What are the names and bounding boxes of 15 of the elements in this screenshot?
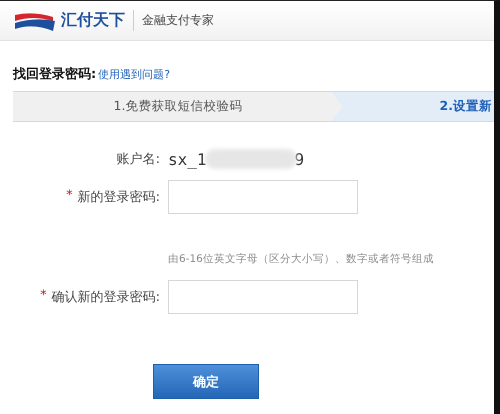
password-field[interactable] <box>168 180 358 214</box>
slogan: 金融支付专家 <box>142 12 214 29</box>
required-mark: * <box>66 188 73 205</box>
account-name: 9 <box>294 150 304 168</box>
field-label: 账户名: <box>116 151 160 168</box>
password-hint: 由6-16位英文字母（区分大小写）、数字或者符号组成 <box>168 252 434 266</box>
brand-name: 汇付天下 <box>61 10 134 31</box>
field-label: 确认新的登录密码: <box>52 289 160 306</box>
password-field[interactable] <box>168 280 358 314</box>
help-link[interactable]: 使用遇到问题? <box>98 67 170 82</box>
account-name: sx_1 <box>168 150 207 168</box>
page-title: 找回登录密码: <box>13 66 96 83</box>
confirm-button[interactable]: 确定 <box>153 364 259 399</box>
required-mark: * <box>40 288 47 305</box>
field-label: 新的登录密码: <box>78 189 160 206</box>
